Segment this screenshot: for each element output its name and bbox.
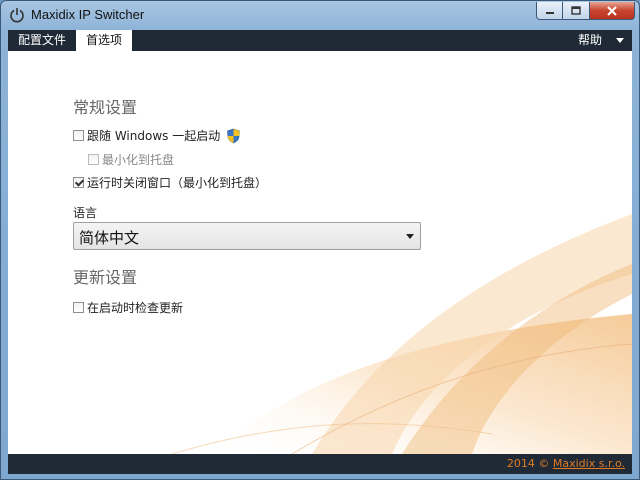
help-label: 帮助 [577, 33, 602, 47]
update-settings-heading: 更新设置 [73, 268, 138, 287]
power-icon[interactable] [9, 7, 25, 23]
close-button[interactable] [590, 2, 635, 20]
general-settings-heading: 常规设置 [73, 98, 138, 117]
copyright-year: 2014 © [506, 457, 550, 470]
help-menu[interactable]: 帮助 [578, 30, 624, 51]
minimize-to-tray-label: 最小化到托盘 [102, 153, 175, 167]
minimize-button[interactable] [536, 2, 563, 20]
minimize-to-tray-checkbox [88, 154, 99, 165]
window-title: Maxidix IP Switcher [31, 7, 145, 22]
check-updates-checkbox[interactable] [73, 302, 84, 313]
minimize-icon [545, 11, 554, 14]
startup-with-windows-checkbox[interactable] [73, 130, 84, 141]
company-link[interactable]: Maxidix s.r.o. [553, 457, 625, 470]
language-label: 语言 [73, 206, 98, 220]
minimize-to-tray-option: 最小化到托盘 [88, 151, 174, 168]
chevron-down-icon [406, 234, 414, 239]
close-to-tray-checkbox[interactable] [73, 177, 84, 188]
check-updates-option[interactable]: 在启动时检查更新 [73, 299, 183, 316]
startup-with-windows-option[interactable]: 跟随 Windows 一起启动 [73, 127, 241, 144]
menu-bar: 配置文件 首选项 帮助 [8, 30, 632, 51]
close-icon [607, 5, 617, 16]
startup-with-windows-label: 跟随 Windows 一起启动 [87, 129, 221, 143]
maximize-icon [571, 6, 581, 15]
language-select-value: 简体中文 [79, 229, 140, 247]
close-to-tray-option[interactable]: 运行时关闭窗口（最小化到托盘） [73, 174, 267, 191]
main-panel: 配置文件 首选项 帮助 常规设置 跟随 Windows 一起启动 最小化到托盘 … [8, 30, 632, 474]
chevron-down-icon [616, 38, 624, 43]
status-bar: 2014 © Maxidix s.r.o. [8, 454, 632, 474]
uac-shield-icon [227, 128, 241, 143]
copyright: 2014 © Maxidix s.r.o. [507, 457, 625, 470]
check-updates-label: 在启动时检查更新 [87, 301, 184, 315]
decorative-swoosh [172, 214, 632, 454]
close-to-tray-label: 运行时关闭窗口（最小化到托盘） [87, 176, 268, 190]
app-window: Maxidix IP Switcher 配置文件 首选项 帮助 常规设置 跟随 … [0, 0, 640, 480]
tab-preferences[interactable]: 首选项 [76, 30, 133, 51]
title-bar[interactable]: Maxidix IP Switcher [1, 1, 639, 30]
maximize-button[interactable] [563, 2, 590, 20]
tab-profiles[interactable]: 配置文件 [8, 30, 76, 51]
language-select[interactable]: 简体中文 [73, 222, 421, 250]
